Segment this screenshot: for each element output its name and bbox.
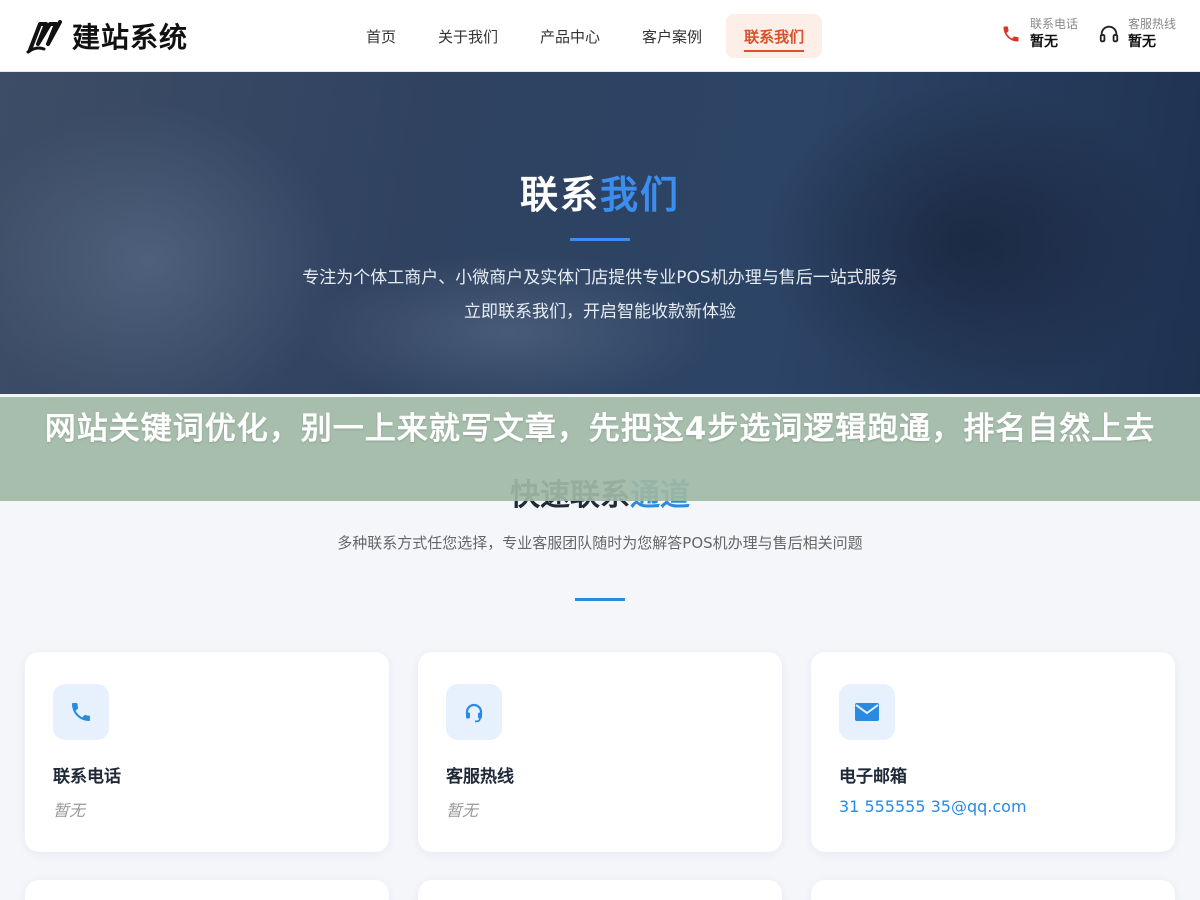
header-phone-label: 联系电话 [1030,17,1079,31]
card-value: 暂无 [446,801,479,820]
hero-banner: 联系我们 专注为个体工商户、小微商户及实体门店提供专业POS机办理与售后一站式服… [0,72,1200,394]
card-title: 联系电话 [53,767,121,787]
main-nav: 首页 关于我们 产品中心 客户案例 联系我们 [348,14,828,58]
contact-card-email[interactable]: 电子邮箱 31 555555 35@qq.com [811,652,1175,852]
header-phone[interactable]: 联系电话 暂无 [1000,16,1078,52]
card-value: 暂无 [53,801,86,820]
brand-logo[interactable]: 建站系统 [26,16,188,56]
article-title-overlay[interactable]: 网站关键词优化，别一上来就写文章，先把这4步选词逻辑跑通，排名自然上去 [0,397,1200,501]
section-divider [575,598,625,601]
nav-item-products[interactable]: 产品中心 [522,14,618,58]
hero-background-shape [0,102,340,394]
phone-icon [1000,23,1022,45]
hero-divider [570,238,630,241]
section-description: 多种联系方式任您选择，专业客服团队随时为您解答POS机办理与售后相关问题 [337,534,863,552]
hero-title: 联系我们 [0,164,1200,219]
contact-card-phone[interactable]: 联系电话 暂无 [25,652,389,852]
headset-icon [465,703,483,723]
header-service[interactable]: 客服热线 暂无 [1098,16,1176,52]
article-title[interactable]: 网站关键词优化，别一上来就写文章，先把这4步选词逻辑跑通，排名自然上去 [30,411,1170,447]
hero-subtitle: 立即联系我们，开启智能收款新体验 [464,302,736,322]
contact-card [418,880,782,900]
phone-icon [72,703,90,721]
headset-icon [1098,23,1120,45]
nav-item-contact[interactable]: 联系我们 [726,14,823,58]
hero-title-main: 联系 [519,173,600,217]
contact-card [25,880,389,900]
contact-card-service[interactable]: 客服热线 暂无 [418,652,782,852]
contact-card [811,880,1175,900]
header-service-value: 暂无 [1128,34,1156,50]
header-service-label: 客服热线 [1128,17,1177,31]
site-header: 建站系统 首页 关于我们 产品中心 客户案例 联系我们 联系电话 暂无 客服热线… [0,0,1200,72]
mail-icon [855,703,879,721]
hero-title-accent: 我们 [600,173,681,217]
card-icon-box [446,684,502,740]
card-icon-box [839,684,895,740]
brand-logo-icon [26,20,62,54]
nav-item-cases[interactable]: 客户案例 [624,14,720,58]
card-title: 客服热线 [446,767,514,787]
nav-item-home[interactable]: 首页 [348,14,414,58]
hero-background-shape [760,82,1180,394]
card-icon-box [53,684,109,740]
header-phone-value: 暂无 [1030,34,1058,50]
card-email-link[interactable]: 31 555555 35@qq.com [839,797,1027,816]
hero-subtitle: 专注为个体工商户、小微商户及实体门店提供专业POS机办理与售后一站式服务 [302,268,898,288]
nav-item-about[interactable]: 关于我们 [420,14,516,58]
brand-name: 建站系统 [72,21,189,54]
card-title: 电子邮箱 [839,767,907,787]
